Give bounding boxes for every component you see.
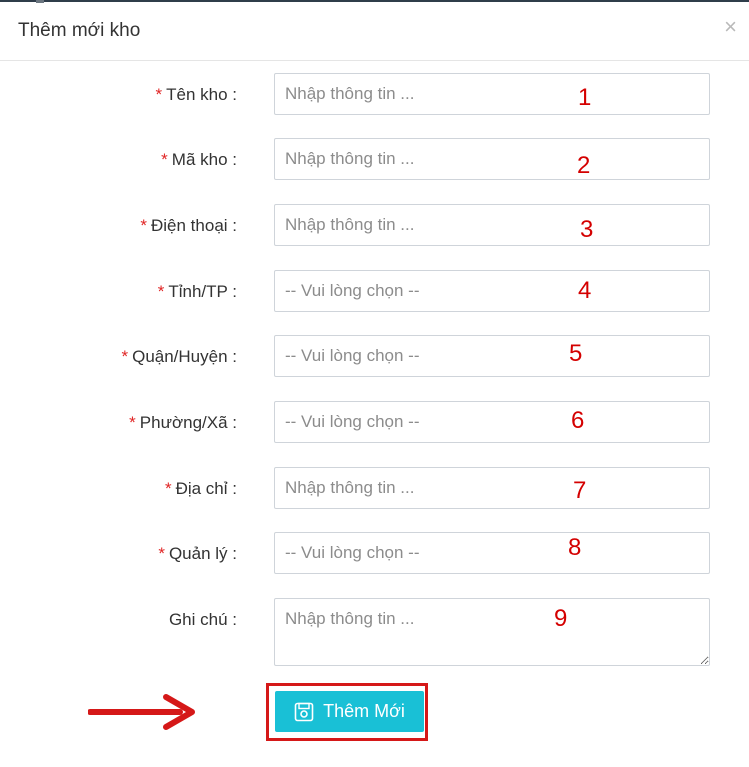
- modal-header: Thêm mới kho ×: [0, 2, 749, 61]
- form-row-manager: * Quản lý : -- Vui lòng chọn -- 8: [0, 532, 749, 576]
- form-row-phone: *Điện thoại : 3: [0, 204, 749, 248]
- address-label: * Địa chỉ :: [165, 479, 237, 499]
- manager-label-text: Quản lý :: [168, 544, 237, 563]
- add-new-button-label: Thêm Mới: [323, 701, 405, 721]
- district-select[interactable]: -- Vui lòng chọn --: [274, 335, 710, 377]
- form-row-note: Ghi chú : 9: [0, 598, 749, 668]
- form-row-warehouse-code: *Mã kho : 2: [0, 138, 749, 182]
- province-label-text: Tỉnh/TP :: [168, 282, 237, 301]
- required-star: *: [161, 150, 168, 169]
- form-row-address: *Địa chỉ : 7: [0, 467, 749, 511]
- note-label: Ghi chú :: [168, 610, 237, 629]
- address-input[interactable]: [274, 467, 710, 509]
- required-star: *: [121, 347, 129, 366]
- required-star: *: [140, 216, 147, 235]
- required-star: *: [164, 479, 172, 498]
- ward-label-text: Phường/Xã :: [139, 413, 237, 432]
- required-star: *: [157, 282, 165, 301]
- warehouse-code-input[interactable]: [274, 138, 710, 180]
- address-label-text: Địa chỉ :: [175, 479, 237, 498]
- save-icon: [294, 702, 314, 722]
- warehouse-name-label-text: Tên kho :: [166, 85, 237, 104]
- warehouse-name-input[interactable]: [274, 73, 710, 115]
- province-select[interactable]: -- Vui lòng chọn --: [274, 270, 710, 312]
- ward-label: * Phường/Xã :: [129, 413, 237, 433]
- arrow-annotation: [88, 694, 195, 730]
- modal-title: Thêm mới kho: [18, 20, 141, 41]
- ward-select[interactable]: -- Vui lòng chọn --: [274, 401, 710, 443]
- required-star: *: [129, 413, 136, 432]
- required-star: *: [155, 85, 163, 104]
- manager-select[interactable]: -- Vui lòng chọn --: [274, 532, 710, 574]
- warehouse-name-label: * Tên kho :: [156, 85, 238, 105]
- note-textarea[interactable]: [274, 598, 710, 666]
- form-row-ward: * Phường/Xã : -- Vui lòng chọn -- 6: [0, 401, 749, 445]
- add-warehouse-modal: Thêm mới kho × *Tên kho : 1 *Mã kho : 2 …: [0, 0, 749, 767]
- form-row-province: * Tỉnh/TP : -- Vui lòng chọn -- 4: [0, 270, 749, 314]
- province-label: * Tỉnh/TP :: [158, 282, 237, 302]
- warehouse-code-label-text: Mã kho :: [171, 150, 237, 169]
- district-label: * Quận/Huyện :: [121, 347, 237, 367]
- district-label-text: Quận/Huyện :: [132, 347, 237, 366]
- phone-label-text: Điện thoại :: [151, 216, 237, 235]
- phone-label: * Điện thoại :: [140, 216, 237, 236]
- form-row-warehouse-name: *Tên kho : 1: [0, 73, 749, 117]
- form-row-district: * Quận/Huyện : -- Vui lòng chọn -- 5: [0, 335, 749, 379]
- manager-label: * Quản lý :: [158, 544, 237, 564]
- phone-input[interactable]: [274, 204, 710, 246]
- add-new-button[interactable]: Thêm Mới: [275, 691, 424, 732]
- required-star: *: [158, 544, 165, 563]
- warehouse-code-label: * Mã kho :: [161, 150, 237, 170]
- close-icon[interactable]: ×: [724, 16, 737, 38]
